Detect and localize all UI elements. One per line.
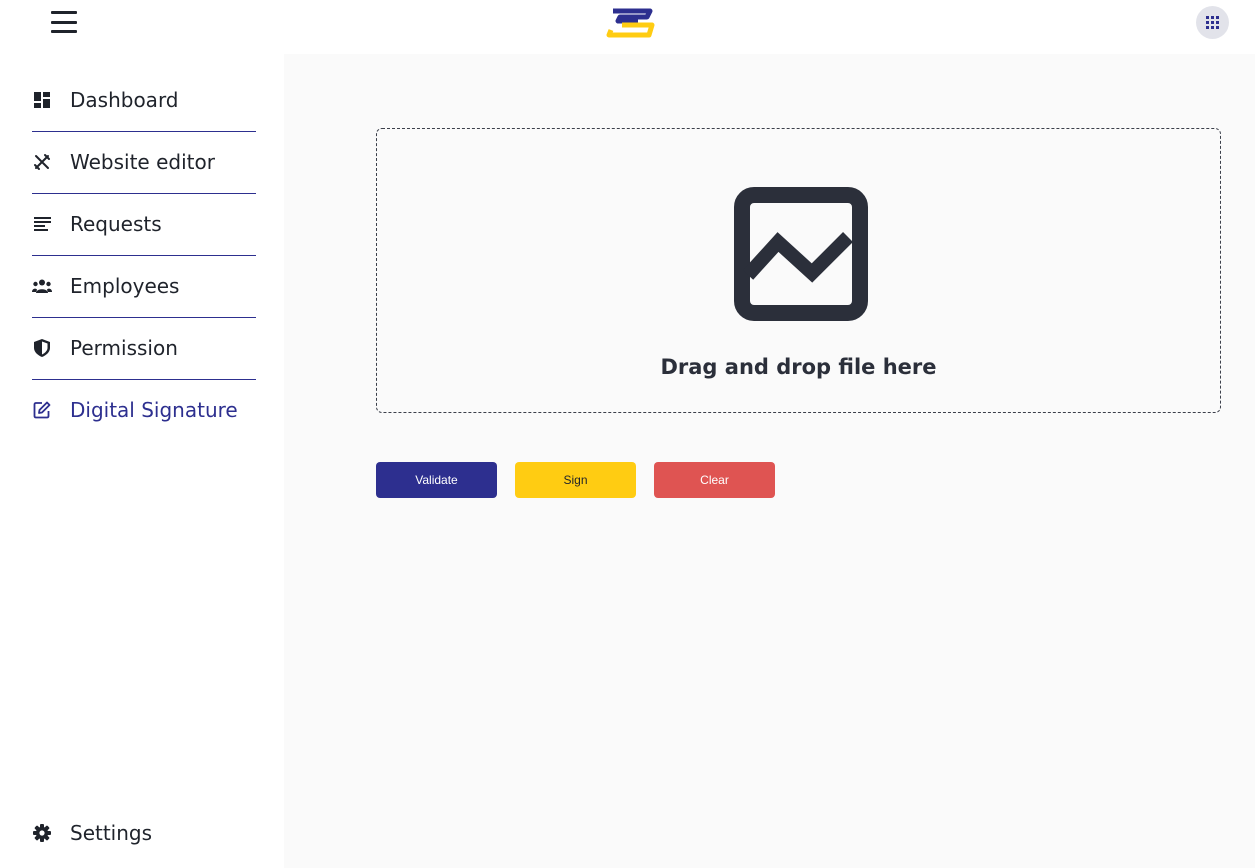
image-icon — [734, 187, 868, 321]
sidebar-item-website-editor[interactable]: Website editor — [32, 131, 256, 194]
group-icon — [32, 276, 52, 296]
sidebar-item-dashboard[interactable]: Dashboard — [32, 69, 256, 132]
edit-document-icon — [32, 400, 52, 420]
top-bar — [0, 0, 1255, 54]
dashboard-icon — [32, 90, 52, 110]
file-dropzone[interactable]: Drag and drop file here — [376, 128, 1221, 413]
gear-icon — [32, 823, 52, 843]
sidebar-item-employees[interactable]: Employees — [32, 255, 256, 318]
clear-button[interactable]: Clear — [654, 462, 775, 498]
design-tools-icon — [32, 152, 52, 172]
apps-grid-button[interactable] — [1196, 6, 1229, 39]
hamburger-icon[interactable] — [51, 11, 77, 33]
sidebar-item-label: Requests — [70, 212, 162, 236]
shield-icon — [32, 338, 52, 358]
sidebar-item-label: Website editor — [70, 150, 215, 174]
dropzone-text: Drag and drop file here — [660, 355, 937, 379]
apps-grid-icon — [1206, 16, 1219, 29]
sidebar-item-label: Permission — [70, 336, 178, 360]
validate-button[interactable]: Validate — [376, 462, 497, 498]
sidebar-item-permission[interactable]: Permission — [32, 317, 256, 380]
sidebar-item-label: Digital Signature — [70, 398, 238, 422]
app-logo[interactable] — [604, 4, 656, 40]
list-icon — [32, 214, 52, 234]
sidebar-item-label: Employees — [70, 274, 180, 298]
sidebar-item-settings[interactable]: Settings — [32, 802, 256, 864]
sidebar-item-digital-signature[interactable]: Digital Signature — [32, 379, 256, 441]
sidebar-item-label: Dashboard — [70, 88, 179, 112]
sidebar-item-requests[interactable]: Requests — [32, 193, 256, 256]
sidebar-item-label: Settings — [70, 821, 153, 845]
sign-button[interactable]: Sign — [515, 462, 636, 498]
sidebar: Dashboard Website editor Requests Employ… — [0, 54, 284, 868]
